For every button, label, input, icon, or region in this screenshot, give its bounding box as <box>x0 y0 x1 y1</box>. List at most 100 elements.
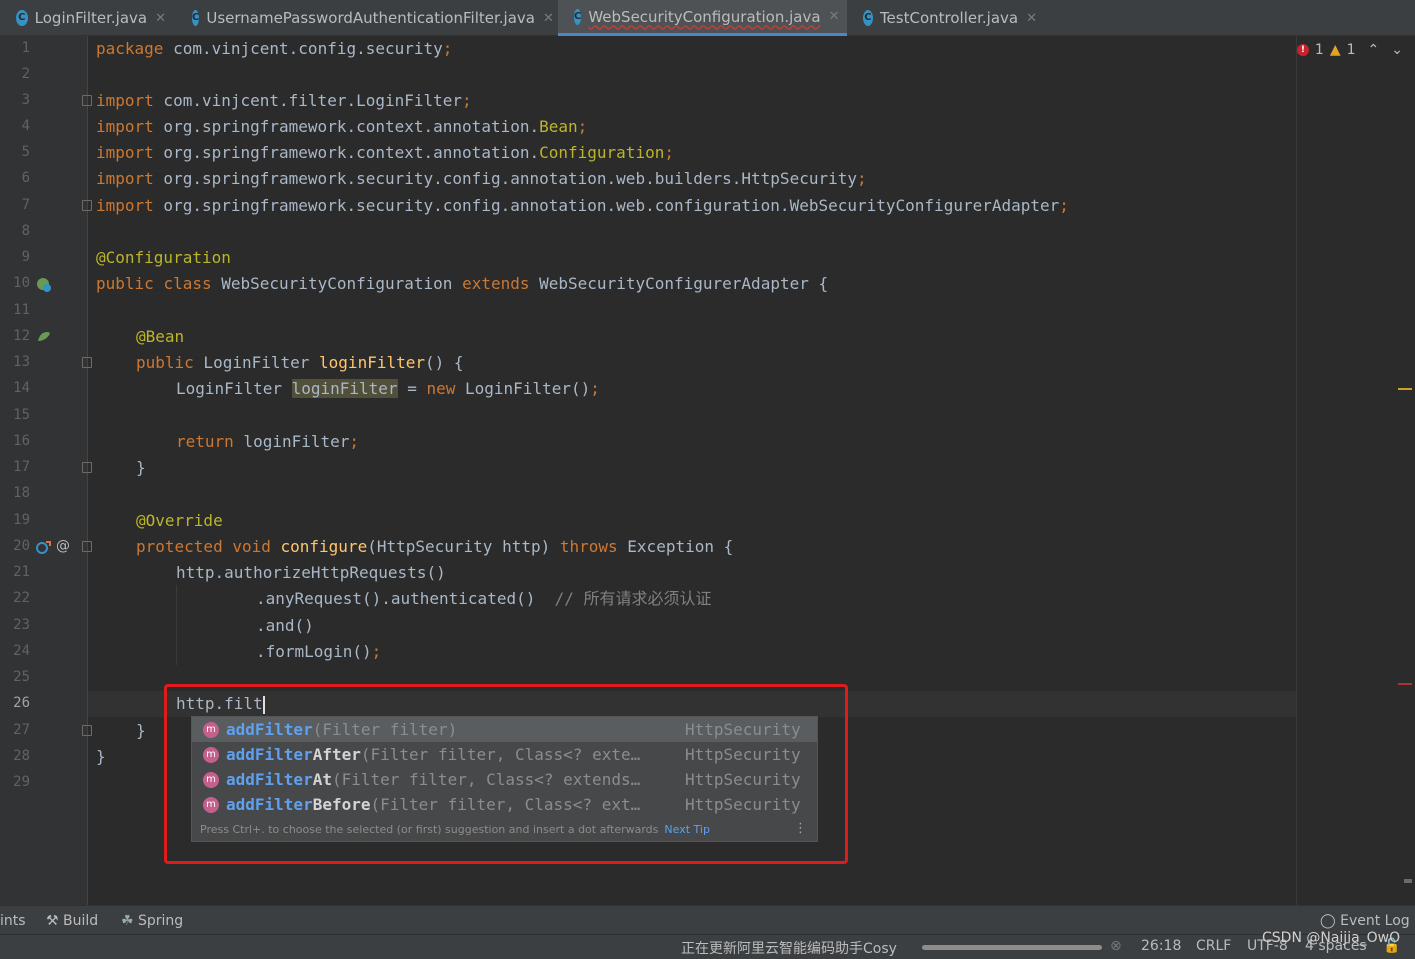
code-line-10[interactable]: public class WebSecurityConfiguration ex… <box>96 273 828 295</box>
code-line-3[interactable]: import com.vinjcent.filter.LoginFilter; <box>96 90 472 112</box>
fold-marker[interactable] <box>82 95 92 106</box>
tab-usernamepasswordauthenticationfilter[interactable]: C UsernamePasswordAuthenticationFilter.j… <box>176 0 558 36</box>
line-number[interactable]: 29 <box>0 774 30 790</box>
close-icon[interactable]: ✕ <box>543 11 554 26</box>
spring-bean-icon[interactable] <box>36 277 52 293</box>
line-number[interactable]: 4 <box>0 118 30 134</box>
completion-item[interactable]: m addFilterBefore(Filter filter, Class<? … <box>192 792 817 817</box>
assign: = <box>397 379 427 398</box>
code-line-23[interactable]: .and() <box>256 615 314 637</box>
close-icon[interactable]: ✕ <box>829 9 840 24</box>
tab-websecurityconfiguration[interactable]: C WebSecurityConfiguration.java ✕ <box>558 0 847 36</box>
return-type: HttpSecurity <box>685 720 801 739</box>
code-line-9[interactable]: @Configuration <box>96 247 231 269</box>
tool-build[interactable]: ⚒ Build <box>46 913 98 929</box>
line-number[interactable]: 27 <box>0 722 30 738</box>
fold-marker[interactable] <box>82 462 92 473</box>
keyword: return <box>176 432 234 451</box>
tool-hints[interactable]: ints <box>0 913 26 929</box>
line-number[interactable]: 12 <box>0 328 30 344</box>
line-number[interactable]: 5 <box>0 144 30 160</box>
tool-spring[interactable]: ☘ Spring <box>121 913 183 929</box>
line-number[interactable]: 14 <box>0 380 30 396</box>
warning-marker[interactable] <box>1398 388 1412 390</box>
more-options-icon[interactable]: ⋮ <box>794 821 807 836</box>
tab-loginfilter[interactable]: C LoginFilter.java ✕ <box>0 0 176 36</box>
line-number[interactable]: 23 <box>0 617 30 633</box>
semicolon: ; <box>1059 196 1069 215</box>
method-chain: .anyRequest().authenticated() <box>256 589 536 608</box>
code-line-28[interactable]: } <box>96 746 106 768</box>
code-line-21[interactable]: http.authorizeHttpRequests() <box>176 562 446 584</box>
line-number[interactable]: 22 <box>0 590 30 606</box>
line-number[interactable]: 8 <box>0 223 30 239</box>
code-completion-popup[interactable]: m addFilter(Filter filter) HttpSecurity m ad… <box>191 716 818 842</box>
line-number[interactable]: 19 <box>0 512 30 528</box>
completion-tip: Press Ctrl+. to choose the selected (or … <box>200 823 710 836</box>
line-number[interactable]: 15 <box>0 407 30 423</box>
line-number[interactable]: 1 <box>0 40 30 56</box>
override-icon[interactable] <box>36 540 52 556</box>
cancel-task-icon[interactable]: ⊗ <box>1110 938 1122 954</box>
code-line-22[interactable]: .anyRequest().authenticated() // 所有请求必须认… <box>256 588 712 610</box>
line-number[interactable]: 28 <box>0 748 30 764</box>
completion-item[interactable]: m addFilterAfter(Filter filter, Class<? e… <box>192 742 817 767</box>
completion-item[interactable]: m addFilterAt(Filter filter, Class<? exte… <box>192 767 817 792</box>
line-number[interactable]: 20 <box>0 538 30 554</box>
background-task-text[interactable]: 正在更新阿里云智能编码助手Cosy <box>681 938 897 958</box>
fold-marker[interactable] <box>82 541 92 552</box>
close-icon[interactable]: ✕ <box>155 11 166 26</box>
tip-text: Press Ctrl+. to choose the selected (or … <box>200 823 659 836</box>
line-number[interactable]: 10 <box>0 275 30 291</box>
line-number[interactable]: 6 <box>0 170 30 186</box>
line-number[interactable]: 26 <box>0 695 30 711</box>
line-number[interactable]: 24 <box>0 643 30 659</box>
completion-item[interactable]: m addFilter(Filter filter) HttpSecurity <box>192 717 817 742</box>
fold-marker[interactable] <box>82 357 92 368</box>
class-icon: C <box>863 10 873 26</box>
inspection-widget[interactable]: ! 1 ▲ 1 ⌃ ⌄ <box>1296 42 1403 58</box>
code-line-6[interactable]: import org.springframework.security.conf… <box>96 168 867 190</box>
chevron-up-icon[interactable]: ⌃ <box>1368 42 1380 58</box>
line-number[interactable]: 2 <box>0 66 30 82</box>
line-number[interactable]: 16 <box>0 433 30 449</box>
scrollbar-thumb[interactable] <box>1404 879 1412 883</box>
line-number[interactable]: 18 <box>0 485 30 501</box>
chevron-down-icon[interactable]: ⌄ <box>1391 42 1403 58</box>
code-line-14[interactable]: LoginFilter loginFilter = new LoginFilte… <box>176 378 600 400</box>
code-line-24[interactable]: .formLogin(); <box>256 641 381 663</box>
code-line-13[interactable]: public LoginFilter loginFilter() { <box>136 352 464 374</box>
code-line-5[interactable]: import org.springframework.context.annot… <box>96 142 674 164</box>
next-tip-link[interactable]: Next Tip <box>664 823 710 836</box>
caret-position[interactable]: 26:18 <box>1141 938 1181 954</box>
import-path: org.springframework.security.config.anno… <box>153 169 857 188</box>
spring-bean-icon[interactable] <box>36 329 52 345</box>
code-line-16[interactable]: return loginFilter; <box>176 431 359 453</box>
line-number[interactable]: 3 <box>0 92 30 108</box>
code-line-1[interactable]: package com.vinjcent.config.security; <box>96 38 452 60</box>
error-marker[interactable] <box>1398 683 1412 685</box>
code-line-19[interactable]: @Override <box>136 510 223 532</box>
line-number[interactable]: 17 <box>0 459 30 475</box>
tool-window-bar: ints ⚒ Build ☘ Spring ◯ Event Log <box>0 905 1415 934</box>
code-line-27[interactable]: } <box>136 720 146 742</box>
fold-marker[interactable] <box>82 200 92 211</box>
line-number[interactable]: 7 <box>0 197 30 213</box>
code-line-20[interactable]: protected void configure(HttpSecurity ht… <box>136 536 733 558</box>
line-number[interactable]: 21 <box>0 564 30 580</box>
line-number[interactable]: 25 <box>0 669 30 685</box>
code-line-12[interactable]: @Bean <box>136 326 184 348</box>
fold-marker[interactable] <box>82 725 92 736</box>
line-number[interactable]: 13 <box>0 354 30 370</box>
code-line-7[interactable]: import org.springframework.security.conf… <box>96 195 1069 217</box>
close-icon[interactable]: ✕ <box>1026 11 1037 26</box>
at-icon[interactable]: @ <box>56 538 70 554</box>
tab-testcontroller[interactable]: C TestController.java ✕ <box>847 0 1047 36</box>
line-separator[interactable]: CRLF <box>1196 938 1231 954</box>
line-number[interactable]: 11 <box>0 302 30 318</box>
code-line-4[interactable]: import org.springframework.context.annot… <box>96 116 587 138</box>
code-line-17[interactable]: } <box>136 457 146 479</box>
line-number[interactable]: 9 <box>0 249 30 265</box>
tool-event-log[interactable]: ◯ Event Log <box>1320 913 1410 929</box>
keyword: public <box>136 353 194 372</box>
